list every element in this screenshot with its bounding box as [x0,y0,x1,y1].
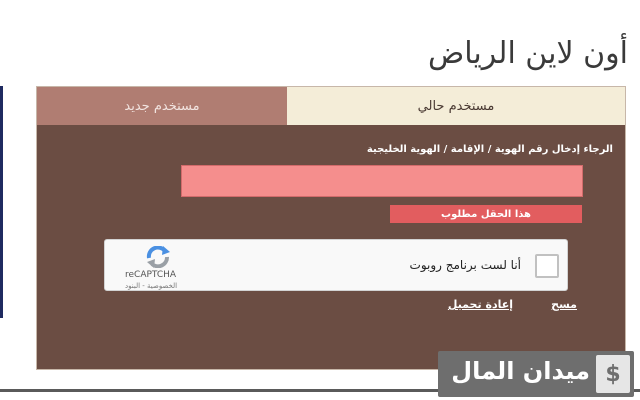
login-panel: مستخدم جديد مستخدم حالي الرجاء إدخال رقم… [36,86,626,370]
reload-link[interactable]: إعادة تحميل [448,298,513,311]
watermark-text: ميدان المال [451,357,590,385]
watermark-logo: $ ميدان المال [438,351,634,397]
recaptcha-brand: reCAPTCHA [125,270,177,280]
tab-bar: مستخدم جديد مستخدم حالي [37,87,625,125]
recaptcha-checkbox[interactable] [535,254,559,278]
required-field-error: هذا الحقل مطلوب [390,205,582,223]
id-number-input[interactable] [181,165,583,197]
recaptcha-privacy-terms[interactable]: الخصوصية - البنود [125,282,177,290]
recaptcha-logo: reCAPTCHA الخصوصية - البنود [115,244,215,290]
recaptcha-label: أنا لست برنامج روبوت [409,258,521,272]
id-field-label: الرجاء إدخال رقم الهوية / الإقامة / الهو… [366,144,613,155]
tab-existing-user[interactable]: مستخدم حالي [287,87,625,125]
clear-link[interactable]: مسح [551,298,577,311]
recaptcha-icon [146,246,170,268]
dollar-phone-icon: $ [596,355,630,393]
left-sidebar-edge [0,86,3,318]
recaptcha-widget: أنا لست برنامج روبوت reCAPTCHA الخصوصية … [104,239,568,291]
page-title: أون لاين الرياض [427,36,628,71]
tab-new-user[interactable]: مستخدم جديد [37,87,287,125]
